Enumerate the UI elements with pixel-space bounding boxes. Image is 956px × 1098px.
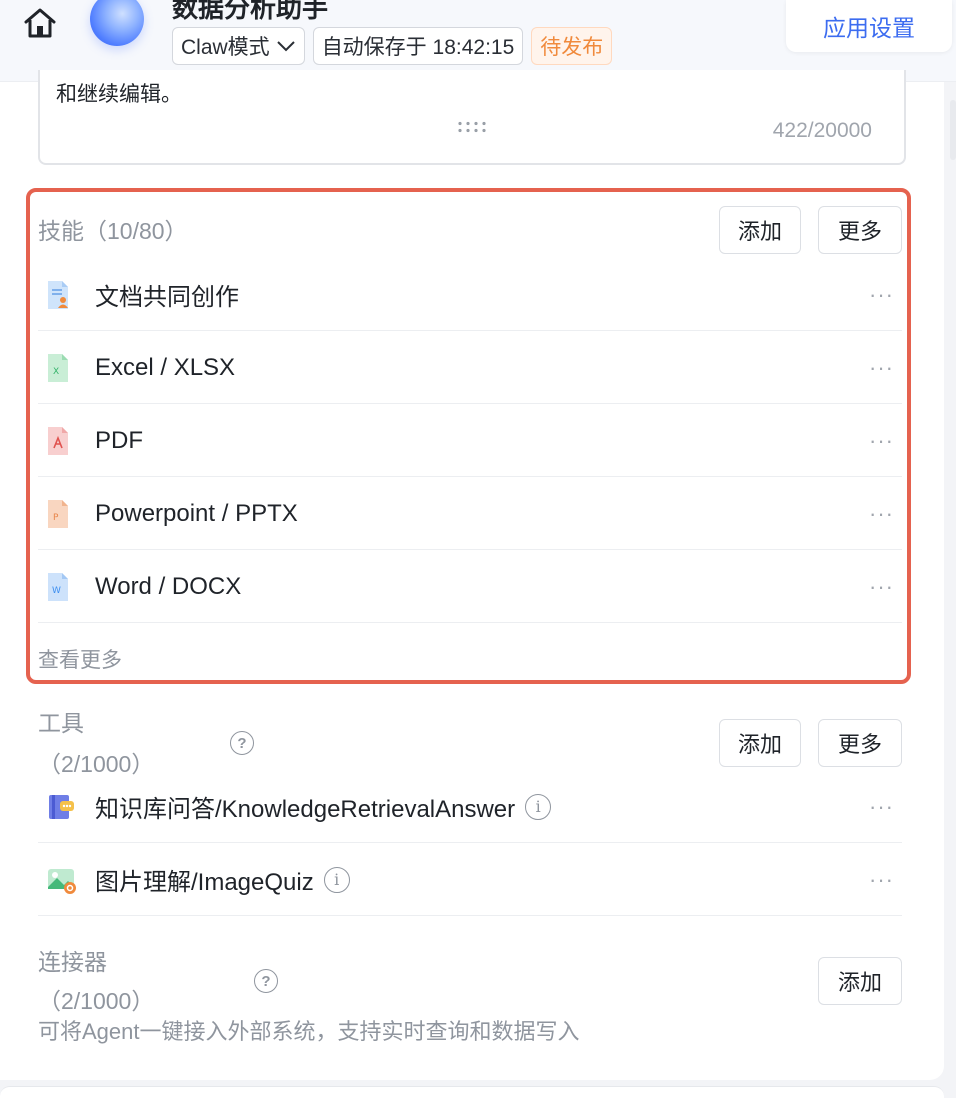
connectors-title: 连接器 bbox=[38, 949, 107, 975]
svg-text:W: W bbox=[52, 586, 61, 596]
help-icon[interactable]: ? bbox=[254, 969, 278, 993]
see-more-link[interactable]: 查看更多 bbox=[38, 644, 122, 674]
skill-label: Excel / XLSX bbox=[95, 353, 236, 381]
more-options-icon[interactable]: ··· bbox=[869, 574, 894, 600]
skills-add-button[interactable]: 添加 bbox=[719, 206, 801, 254]
prompt-text: 和继续编辑。 bbox=[56, 83, 182, 106]
char-count: 422/20000 bbox=[772, 119, 872, 142]
app-title: 数据分析助手 bbox=[172, 0, 329, 23]
skill-item-pdf[interactable]: PDF ··· bbox=[38, 405, 902, 477]
help-icon[interactable]: ? bbox=[230, 731, 254, 755]
skill-label: 文档共同创作 bbox=[95, 284, 239, 311]
tools-title: 工具 bbox=[38, 710, 84, 736]
next-panel-edge bbox=[0, 1086, 944, 1098]
doc-collab-icon bbox=[48, 280, 68, 309]
drag-handle-icon[interactable] bbox=[456, 120, 490, 134]
skill-label: Powerpoint / PPTX bbox=[95, 499, 298, 527]
more-options-icon[interactable]: ··· bbox=[869, 867, 894, 893]
knowledge-base-icon bbox=[49, 794, 74, 819]
word-file-icon: W bbox=[48, 572, 68, 601]
mode-select[interactable]: Claw模式 bbox=[172, 27, 305, 65]
tool-name: 知识库问答/KnowledgeRetrievalAnswer bbox=[95, 796, 516, 823]
tool-label: 图片理解/ImageQuiz i bbox=[95, 862, 350, 897]
image-understanding-icon bbox=[48, 868, 76, 894]
skill-item-word[interactable]: W Word / DOCX ··· bbox=[38, 551, 902, 623]
pdf-file-icon bbox=[48, 426, 68, 455]
app-logo bbox=[90, 0, 144, 46]
more-options-icon[interactable]: ··· bbox=[869, 794, 894, 820]
info-icon[interactable]: i bbox=[323, 866, 350, 893]
svg-text:P: P bbox=[53, 513, 59, 523]
more-options-icon[interactable]: ··· bbox=[869, 355, 894, 381]
tool-label: 知识库问答/KnowledgeRetrievalAnswer i bbox=[95, 789, 552, 824]
skill-label: Word / DOCX bbox=[95, 572, 242, 600]
status-badge: 待发布 bbox=[531, 27, 613, 65]
page: 数据分析助手 Claw模式 自动保存于 18:42:15 待发布 应用设置 和继… bbox=[0, 0, 956, 1098]
connectors-description: 可将Agent一键接入外部系统，支持实时查询和数据写入 bbox=[38, 1019, 580, 1044]
info-icon[interactable]: i bbox=[525, 793, 552, 820]
tools-more-button[interactable]: 更多 bbox=[818, 719, 902, 767]
tools-add-button[interactable]: 添加 bbox=[719, 719, 801, 767]
home-icon[interactable] bbox=[22, 6, 58, 40]
scrollbar[interactable] bbox=[950, 100, 956, 160]
skill-label: PDF bbox=[95, 426, 143, 454]
app-settings-button[interactable]: 应用设置 bbox=[786, 0, 952, 52]
more-options-icon[interactable]: ··· bbox=[869, 282, 894, 308]
more-options-icon[interactable]: ··· bbox=[869, 428, 894, 454]
status-row: Claw模式 自动保存于 18:42:15 待发布 bbox=[172, 27, 613, 65]
skills-title: 技能（10/80） bbox=[38, 218, 188, 244]
autosave-status: 自动保存于 18:42:15 bbox=[312, 27, 524, 65]
tool-item-image-quiz[interactable]: 图片理解/ImageQuiz i ··· bbox=[38, 844, 902, 916]
excel-file-icon: X bbox=[48, 353, 68, 382]
svg-text:X: X bbox=[53, 367, 59, 377]
prompt-textarea[interactable]: 和继续编辑。 422/20000 bbox=[38, 70, 906, 165]
connectors-add-button[interactable]: 添加 bbox=[818, 957, 902, 1005]
chevron-down-icon bbox=[276, 41, 295, 52]
skill-item-excel[interactable]: X Excel / XLSX ··· bbox=[38, 332, 902, 404]
skill-item-powerpoint[interactable]: P Powerpoint / PPTX ··· bbox=[38, 478, 902, 550]
skill-item-doc-collab[interactable]: 文档共同创作 ··· bbox=[38, 259, 902, 331]
ppt-file-icon: P bbox=[48, 499, 68, 528]
tool-name: 图片理解/ImageQuiz bbox=[95, 869, 314, 896]
mode-label: Claw模式 bbox=[181, 36, 270, 59]
tool-item-knowledge[interactable]: 知识库问答/KnowledgeRetrievalAnswer i ··· bbox=[38, 771, 902, 843]
skills-more-button[interactable]: 更多 bbox=[818, 206, 902, 254]
more-options-icon[interactable]: ··· bbox=[869, 501, 894, 527]
